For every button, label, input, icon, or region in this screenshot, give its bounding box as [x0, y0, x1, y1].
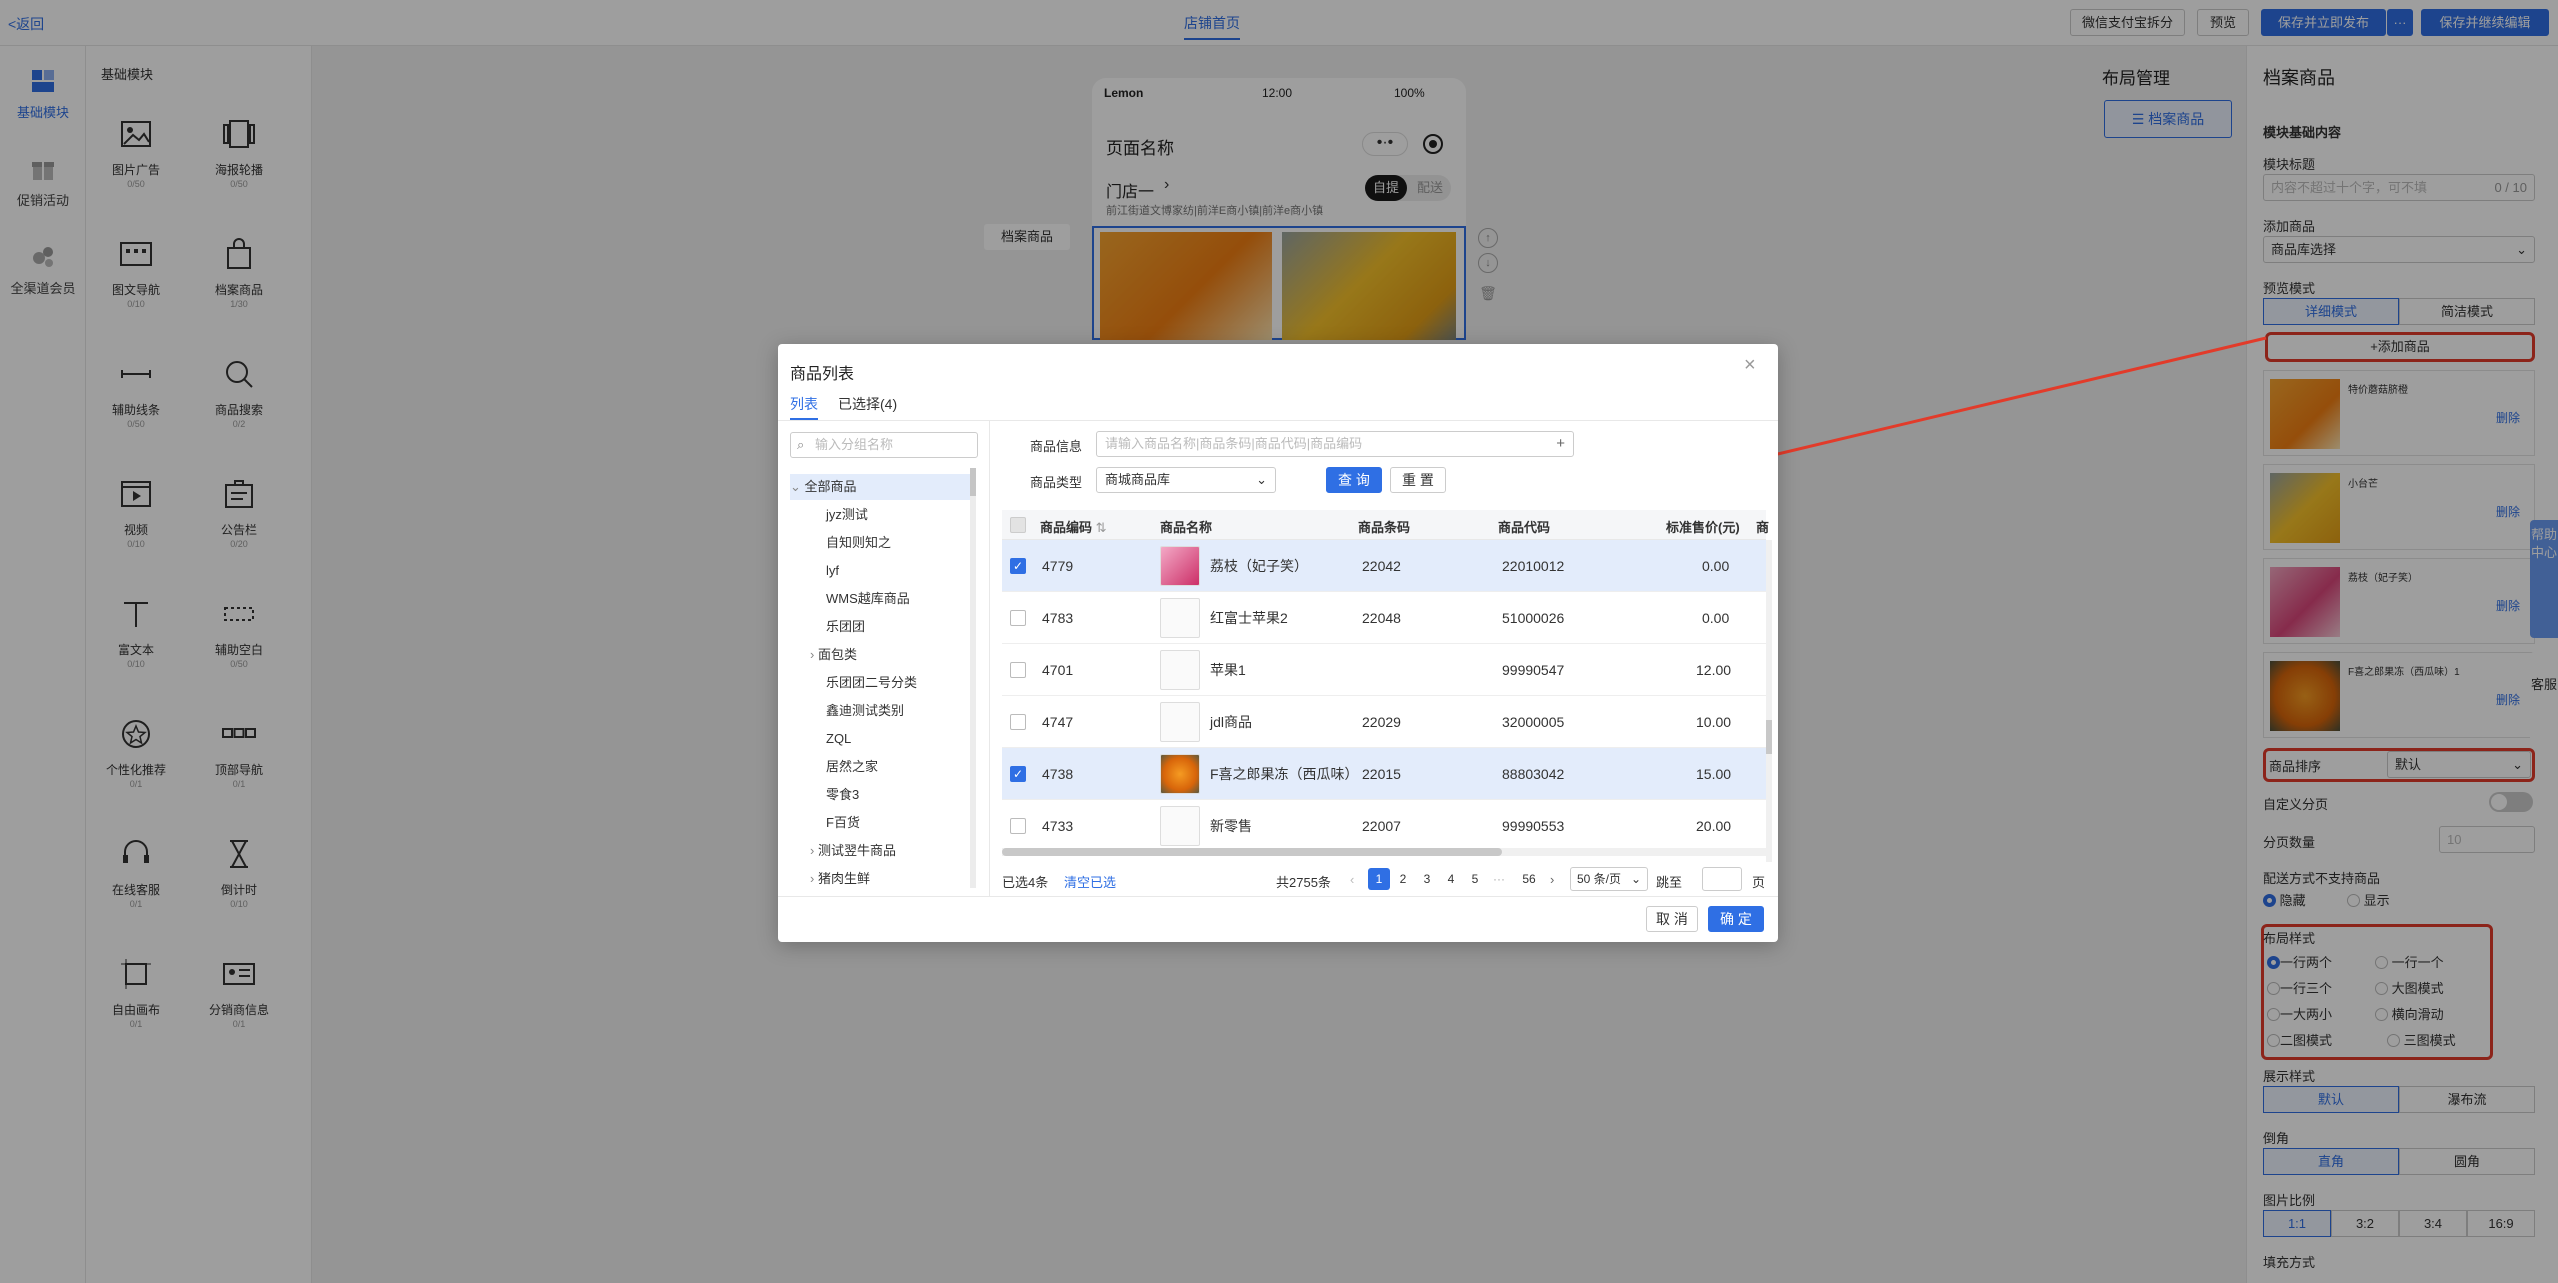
jump-label: 跳至 [1656, 875, 1683, 890]
page-unit: 页 [1752, 875, 1766, 890]
goods-type-label: 商品类型 [1030, 475, 1083, 490]
close-icon[interactable]: × [1744, 354, 1756, 377]
category-item[interactable]: 自知则知之 [826, 529, 891, 557]
category-item[interactable]: 乐团团 [826, 613, 865, 641]
column-header: 标准售价(元) [1666, 520, 1740, 535]
table-row[interactable]: 4783 红富士苹果2 22048 51000026 0.00 [1002, 592, 1766, 644]
goods-table: 商品编码 ⇅ 商品名称 商品条码 商品代码 标准售价(元) 商 ✓ 4779 荔… [1002, 510, 1772, 862]
select-all-checkbox[interactable] [1010, 517, 1026, 533]
category-item[interactable]: › 猪肉生鲜 [810, 865, 870, 893]
sort-icon: ⇅ [1095, 520, 1107, 535]
tab-list[interactable]: 列表 [790, 394, 818, 420]
row-checkbox[interactable]: ✓ [1010, 558, 1026, 574]
page-size-select[interactable]: 50 条/页 ⌄ [1570, 867, 1648, 891]
jump-page-input[interactable] [1702, 867, 1742, 891]
category-item[interactable]: ⌄ 全部商品 [790, 473, 857, 501]
goods-type-select[interactable]: 商城商品库 ⌄ [1096, 467, 1276, 493]
query-button[interactable]: 查 询 [1326, 467, 1382, 493]
page-2[interactable]: 2 [1392, 868, 1414, 890]
table-hscroll[interactable] [1002, 848, 1766, 856]
prev-page-icon[interactable]: ‹ [1350, 872, 1354, 887]
goods-thumb [1160, 546, 1200, 586]
goods-info-label: 商品信息 [1030, 439, 1083, 454]
total-count: 共2755条 [1276, 875, 1331, 890]
column-header: 商 [1756, 520, 1770, 535]
search-icon: ⌕ [797, 437, 805, 452]
category-item[interactable]: › 面包类 [810, 641, 857, 669]
confirm-button[interactable]: 确 定 [1708, 906, 1764, 932]
column-header: 商品名称 [1160, 520, 1213, 535]
category-item[interactable]: › 测试翌牛商品 [810, 837, 896, 865]
page-3[interactable]: 3 [1416, 868, 1438, 890]
column-header: 商品代码 [1498, 520, 1551, 535]
divider [778, 896, 1778, 897]
table-row[interactable]: 4733 新零售 22007 99990553 20.00 [1002, 800, 1766, 852]
plus-icon[interactable]: + [1556, 432, 1565, 456]
column-header: 商品条码 [1358, 520, 1411, 535]
row-checkbox[interactable] [1010, 818, 1026, 834]
category-item[interactable]: 鑫迪测试类别 [826, 697, 904, 725]
category-item[interactable]: ZQL [826, 725, 851, 753]
goods-list-modal: 商品列表 × 列表 已选择(4) ⌕ 输入分组名称 ⌄ 全部商品 jyz测试 自… [778, 344, 1778, 942]
page-4[interactable]: 4 [1440, 868, 1462, 890]
category-item[interactable]: 居然之家 [826, 753, 878, 781]
image-placeholder-icon [1160, 598, 1200, 638]
goods-info-input[interactable]: 请输入商品名称|商品条码|商品代码|商品编码 + [1096, 431, 1574, 457]
page-ellipsis[interactable]: ··· [1488, 868, 1510, 890]
page-5[interactable]: 5 [1464, 868, 1486, 890]
image-placeholder-icon [1160, 702, 1200, 742]
row-checkbox[interactable]: ✓ [1010, 766, 1026, 782]
clear-selected-link[interactable]: 清空已选 [1064, 872, 1116, 891]
category-item[interactable]: jyz测试 [826, 501, 868, 529]
image-placeholder-icon [1160, 806, 1200, 846]
goods-thumb [1160, 754, 1200, 794]
tree-scrollbar[interactable] [970, 468, 976, 888]
reset-button[interactable]: 重 置 [1390, 467, 1446, 493]
category-item[interactable]: 乐团团二号分类 [826, 669, 917, 697]
row-checkbox[interactable] [1010, 714, 1026, 730]
annotation-arrow [1730, 336, 2267, 468]
category-item[interactable]: lyf [826, 557, 839, 585]
modal-title: 商品列表 [790, 366, 855, 383]
divider [778, 420, 1778, 421]
category-tree: ⌄ 全部商品 jyz测试 自知则知之 lyf WMS越库商品 乐团团 › 面包类… [790, 468, 980, 896]
selected-count: 已选4条 [1002, 875, 1049, 890]
table-row[interactable]: ✓ 4779 荔枝（妃子笑） 22042 22010012 0.00 [1002, 540, 1766, 592]
table-row[interactable]: ✓ 4738 F喜之郎果冻（西瓜味） 22015 88803042 15.00 [1002, 748, 1766, 800]
page-1[interactable]: 1 [1368, 868, 1390, 890]
divider [989, 420, 990, 896]
page-56[interactable]: 56 [1518, 868, 1540, 890]
chevron-down-icon: ⌄ [1256, 472, 1267, 487]
table-row[interactable]: 4747 jdl商品 22029 32000005 10.00 [1002, 696, 1766, 748]
category-item[interactable]: WMS越库商品 [826, 585, 910, 613]
table-row[interactable]: 4701 苹果1 99990547 12.00 [1002, 644, 1766, 696]
category-item[interactable]: 零食3 [826, 781, 859, 809]
table-vscroll[interactable] [1766, 540, 1772, 862]
row-checkbox[interactable] [1010, 610, 1026, 626]
chevron-down-icon: ⌄ [1630, 872, 1641, 886]
table-header: 商品编码 ⇅ 商品名称 商品条码 商品代码 标准售价(元) 商 [1002, 510, 1770, 540]
column-header[interactable]: 商品编码 ⇅ [1040, 517, 1107, 536]
category-item[interactable]: F百货 [826, 809, 860, 837]
image-placeholder-icon [1160, 650, 1200, 690]
tab-selected[interactable]: 已选择(4) [838, 394, 897, 414]
category-search-input[interactable]: ⌕ 输入分组名称 [790, 432, 978, 458]
next-page-icon[interactable]: › [1550, 872, 1554, 887]
row-checkbox[interactable] [1010, 662, 1026, 678]
cancel-button[interactable]: 取 消 [1646, 906, 1698, 932]
